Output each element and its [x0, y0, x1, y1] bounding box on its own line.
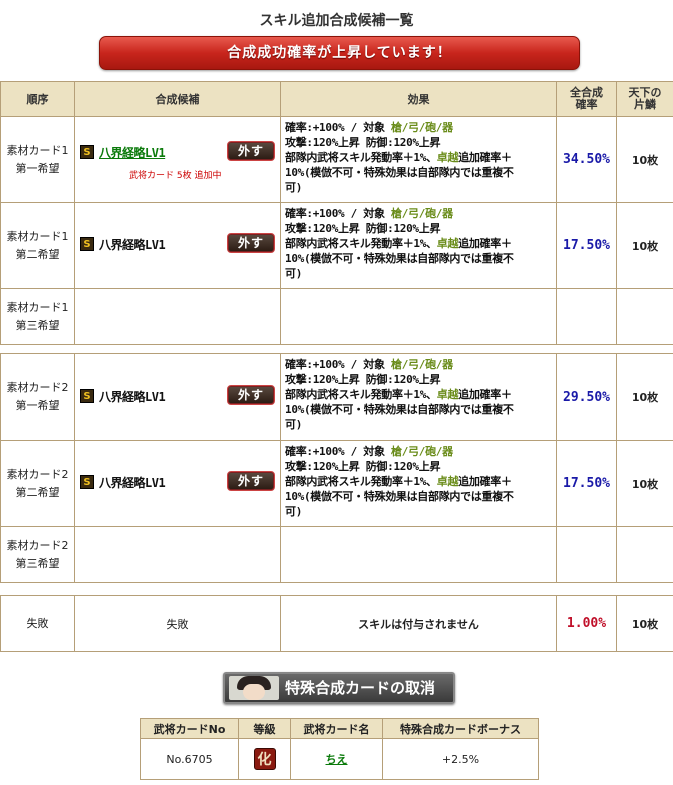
order-cell: 素材カード1 第一希望 [0, 116, 75, 203]
card-no: No.6705 [140, 738, 239, 780]
failure-row: 失敗 失敗 スキルは付与されません 1.00% 10枚 [0, 595, 673, 652]
header-grade: 等級 [238, 718, 291, 739]
table-row: No.6705 化 ちえ +2.5% [140, 738, 539, 780]
count-cell: 10枚 [616, 353, 673, 441]
count-cell [616, 526, 673, 583]
order-cell: 素材カード2 第三希望 [0, 526, 75, 583]
header-rate: 全合成 確率 [556, 81, 617, 117]
table-row: 素材カード2 第一希望 S 八界経略LV1 外す 確率:+100% / 対象 槍/… [0, 353, 673, 441]
effect-cell: 確率:+100% / 対象 槍/弓/砲/器 攻撃:120%上昇 防御:120%上… [280, 116, 557, 203]
added-cards-note: 武将カード 5枚 追加中 [129, 171, 222, 181]
page-title: スキル追加合成候補一覧 [259, 13, 414, 29]
order-cell: 素材カード1 第三希望 [0, 288, 75, 345]
skill-rank-icon: S [80, 237, 94, 251]
table-row: 素材カード2 第三希望 [0, 526, 673, 583]
table-row: 素材カード1 第三希望 [0, 288, 673, 345]
bonus-value: +2.5% [382, 738, 539, 780]
remove-button[interactable]: 外す [227, 471, 275, 491]
candidate-table-card1: 順序 合成候補 効果 全合成 確率 天下の 片鱗 素材カード1 第一希望 S 八界… [0, 81, 673, 345]
table-row: 素材カード2 第二希望 S 八界経略LV1 外す 確率:+100% / 対象 槍/… [0, 440, 673, 527]
rate-cell [556, 288, 617, 345]
candidate-cell: S 八界経略LV1 外す [74, 353, 281, 441]
cancel-special-card-button[interactable]: 特殊合成カードの取消 [223, 672, 455, 704]
header-bonus: 特殊合成カードボーナス [382, 718, 539, 739]
rate-cell [556, 526, 617, 583]
failure-table: 失敗 失敗 スキルは付与されません 1.00% 10枚 [0, 595, 673, 652]
candidate-table-card2: 素材カード2 第一希望 S 八界経略LV1 外す 確率:+100% / 対象 槍/… [0, 353, 673, 583]
rate-cell: 29.50% [556, 353, 617, 441]
effect-cell [280, 526, 557, 583]
effect-cell: 確率:+100% / 対象 槍/弓/砲/器 攻撃:120%上昇 防御:120%上… [280, 202, 557, 289]
header-card-no: 武将カードNo [140, 718, 239, 739]
grade-cell: 化 [238, 738, 291, 780]
candidate-cell: S 八界経略LV1 外す [74, 202, 281, 289]
header-candidate: 合成候補 [74, 81, 281, 117]
skill-rank-icon: S [80, 389, 94, 403]
skill-rank-icon: S [80, 145, 94, 159]
candidate-cell [74, 526, 281, 583]
card-name-cell: ちえ [290, 738, 383, 780]
remove-button[interactable]: 外す [227, 385, 275, 405]
effect-cell: 確率:+100% / 対象 槍/弓/砲/器 攻撃:120%上昇 防御:120%上… [280, 440, 557, 527]
candidate-cell: S 八界経略LV1 外す [74, 440, 281, 527]
header-effect: 効果 [280, 81, 557, 117]
remove-button[interactable]: 外す [227, 233, 275, 253]
general-portrait-icon [229, 676, 279, 700]
effect-cell: 確率:+100% / 対象 槍/弓/砲/器 攻撃:120%上昇 防御:120%上… [280, 353, 557, 441]
order-cell: 素材カード1 第二希望 [0, 202, 75, 289]
skill-name: 八界経略LV1 [99, 238, 166, 252]
candidate-cell: S 八界経略LV1 外す 武将カード 5枚 追加中 [74, 116, 281, 203]
order-cell: 素材カード2 第一希望 [0, 353, 75, 441]
count-cell: 10枚 [616, 202, 673, 289]
header-count: 天下の 片鱗 [616, 81, 673, 117]
grade-icon: 化 [253, 748, 276, 770]
failure-effect: スキルは付与されません [280, 595, 557, 652]
skill-name: 八界経略LV1 [99, 390, 166, 404]
table-row: 素材カード1 第二希望 S 八界経略LV1 外す 確率:+100% / 対象 槍/… [0, 202, 673, 289]
failure-count: 10枚 [616, 595, 673, 652]
rate-cell: 17.50% [556, 202, 617, 289]
skill-rank-icon: S [80, 475, 94, 489]
effect-cell [280, 288, 557, 345]
bonus-table: 武将カードNo 等級 武将カード名 特殊合成カードボーナス No.6705 化 … [140, 718, 539, 780]
count-cell [616, 288, 673, 345]
failure-candidate: 失敗 [74, 595, 281, 652]
table-row: 素材カード1 第一希望 S 八界経略LV1 外す 武将カード 5枚 追加中 確率:… [0, 116, 673, 203]
order-cell: 素材カード2 第二希望 [0, 440, 75, 527]
skill-link[interactable]: 八界経略LV1 [99, 144, 166, 161]
header-card-name: 武将カード名 [290, 718, 383, 739]
rate-cell: 34.50% [556, 116, 617, 203]
remove-button[interactable]: 外す [227, 141, 275, 161]
count-cell: 10枚 [616, 116, 673, 203]
count-cell: 10枚 [616, 440, 673, 527]
header-order: 順序 [0, 81, 75, 117]
failure-rate: 1.00% [556, 595, 617, 652]
success-rate-banner: 合成成功確率が上昇しています！ [99, 36, 580, 70]
card-name-link[interactable]: ちえ [326, 753, 348, 766]
failure-order: 失敗 [0, 595, 75, 652]
skill-name: 八界経略LV1 [99, 476, 166, 490]
candidate-cell [74, 288, 281, 345]
rate-cell: 17.50% [556, 440, 617, 527]
